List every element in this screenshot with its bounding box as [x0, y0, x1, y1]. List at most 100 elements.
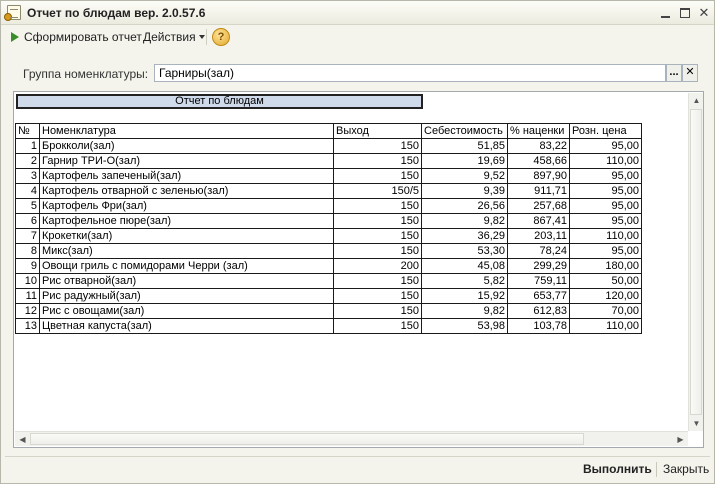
- table-cell: 257,68: [507, 198, 570, 214]
- table-cell: 45,08: [421, 258, 508, 274]
- table-cell: 5: [15, 198, 40, 214]
- actions-menu-label: Действия: [143, 30, 196, 44]
- table-row: 4 Картофель отварной с зеленью(зал) 150/5 9…: [15, 183, 642, 199]
- table-row: 5 Картофель Фри(зал) 150 26,56 257,68 95,00: [15, 198, 642, 214]
- table-cell: 95,00: [569, 138, 642, 154]
- scroll-left-icon[interactable]: ◀: [15, 432, 30, 447]
- table-cell: 4: [15, 183, 40, 199]
- footer-button-divider: [656, 462, 657, 477]
- table-cell: 150: [333, 168, 422, 184]
- table-row: 7 Крокетки(зал) 150 36,29 203,11 110,00: [15, 228, 642, 244]
- table-cell: Рис с овощами(зал): [39, 303, 334, 319]
- minimize-icon[interactable]: [657, 5, 673, 21]
- table-cell: 150/5: [333, 183, 422, 199]
- column-header: Номенклатура: [39, 123, 334, 139]
- group-field[interactable]: Гарниры(зал): [154, 64, 666, 82]
- table-cell: 3: [15, 168, 40, 184]
- table-cell: Микс(зал): [39, 243, 334, 259]
- table-cell: 95,00: [569, 183, 642, 199]
- table-cell: Цветная капуста(зал): [39, 318, 334, 334]
- table-cell: 180,00: [569, 258, 642, 274]
- group-clear-button[interactable]: ✕: [682, 64, 698, 82]
- execute-button[interactable]: Выполнить: [583, 462, 652, 476]
- table-cell: 95,00: [569, 168, 642, 184]
- close-button[interactable]: Закрыть: [663, 462, 709, 476]
- table-row: 3 Картофель запеченый(зал) 150 9,52 897,90 95…: [15, 168, 642, 184]
- table-cell: 110,00: [569, 228, 642, 244]
- table-cell: 150: [333, 153, 422, 169]
- scroll-right-icon[interactable]: ▶: [673, 432, 688, 447]
- play-icon: [11, 32, 19, 42]
- table-cell: Картофель отварной с зеленью(зал): [39, 183, 334, 199]
- table-cell: 150: [333, 273, 422, 289]
- table-row: 9 Овощи гриль с помидорами Черри (зал) 200…: [15, 258, 642, 274]
- table-cell: 150: [333, 198, 422, 214]
- table-cell: 95,00: [569, 213, 642, 229]
- toolbar: Сформировать отчет Действия ?: [1, 25, 714, 49]
- table-cell: 897,90: [507, 168, 570, 184]
- report-area: Отчет по блюдам № Номенклатура Выход Себ…: [13, 91, 704, 448]
- report-app-icon: [4, 5, 21, 21]
- chevron-down-icon: [198, 35, 205, 39]
- table-cell: 867,41: [507, 213, 570, 229]
- table-row: 8 Микс(зал) 150 53,30 78,24 95,00: [15, 243, 642, 259]
- horizontal-scrollbar[interactable]: ◀ ▶: [15, 431, 688, 446]
- table-cell: 15,92: [421, 288, 508, 304]
- table-cell: 53,98: [421, 318, 508, 334]
- vertical-scrollbar[interactable]: ▲ ▼: [688, 93, 703, 431]
- scroll-down-icon[interactable]: ▼: [689, 416, 704, 431]
- title-bar: Отчет по блюдам вер. 2.0.57.6 ✕: [1, 1, 714, 25]
- table-cell: 12: [15, 303, 40, 319]
- table-cell: 78,24: [507, 243, 570, 259]
- table-cell: 200: [333, 258, 422, 274]
- close-icon[interactable]: ✕: [696, 5, 712, 21]
- table-cell: 26,56: [421, 198, 508, 214]
- help-icon[interactable]: ?: [212, 28, 230, 46]
- table-cell: 150: [333, 228, 422, 244]
- table-row: 2 Гарнир ТРИ-О(зал) 150 19,69 458,66 110,00: [15, 153, 642, 169]
- column-header: Выход: [333, 123, 422, 139]
- table-cell: 9: [15, 258, 40, 274]
- table-cell: 911,71: [507, 183, 570, 199]
- table-cell: 653,77: [507, 288, 570, 304]
- scroll-up-icon[interactable]: ▲: [689, 93, 704, 108]
- table-row: 13 Цветная капуста(зал) 150 53,98 103,78 110,…: [15, 318, 642, 334]
- table-row: 10 Рис отварной(зал) 150 5,82 759,11 50,00: [15, 273, 642, 289]
- column-header: Розн. цена: [569, 123, 642, 139]
- table-cell: 13: [15, 318, 40, 334]
- table-cell: 83,22: [507, 138, 570, 154]
- table-cell: 150: [333, 243, 422, 259]
- table-cell: Крокетки(зал): [39, 228, 334, 244]
- table-row: 6 Картофельное пюре(зал) 150 9,82 867,41 95,0…: [15, 213, 642, 229]
- table-cell: 10: [15, 273, 40, 289]
- table-cell: 51,85: [421, 138, 508, 154]
- table-cell: Рис отварной(зал): [39, 273, 334, 289]
- column-header: % наценки: [507, 123, 570, 139]
- window-title: Отчет по блюдам вер. 2.0.57.6: [27, 6, 206, 20]
- horizontal-scroll-thumb[interactable]: [30, 433, 584, 445]
- table-cell: 103,78: [507, 318, 570, 334]
- table-cell: Овощи гриль с помидорами Черри (зал): [39, 258, 334, 274]
- table-cell: 9,82: [421, 303, 508, 319]
- actions-menu-button[interactable]: Действия: [143, 28, 205, 46]
- table-cell: 203,11: [507, 228, 570, 244]
- table-cell: Картофель Фри(зал): [39, 198, 334, 214]
- table-cell: 9,82: [421, 213, 508, 229]
- table-cell: 19,69: [421, 153, 508, 169]
- table-row: 11 Рис радужный(зал) 150 15,92 653,77 120,00: [15, 288, 642, 304]
- report-window: Отчет по блюдам вер. 2.0.57.6 ✕ Сформиро…: [0, 0, 715, 484]
- table-cell: 1: [15, 138, 40, 154]
- table-cell: 150: [333, 318, 422, 334]
- table-cell: 8: [15, 243, 40, 259]
- maximize-icon[interactable]: [677, 5, 693, 21]
- vertical-scroll-thumb[interactable]: [690, 109, 702, 415]
- table-header-row: № Номенклатура Выход Себестоимость % нац…: [15, 123, 642, 139]
- table-cell: Картофель запеченый(зал): [39, 168, 334, 184]
- generate-report-button[interactable]: Сформировать отчет: [11, 28, 142, 46]
- table-cell: 9,39: [421, 183, 508, 199]
- column-header: Себестоимость: [421, 123, 508, 139]
- footer-divider: [5, 456, 710, 457]
- table-cell: 110,00: [569, 318, 642, 334]
- group-select-button[interactable]: ...: [666, 64, 682, 82]
- table-cell: 95,00: [569, 243, 642, 259]
